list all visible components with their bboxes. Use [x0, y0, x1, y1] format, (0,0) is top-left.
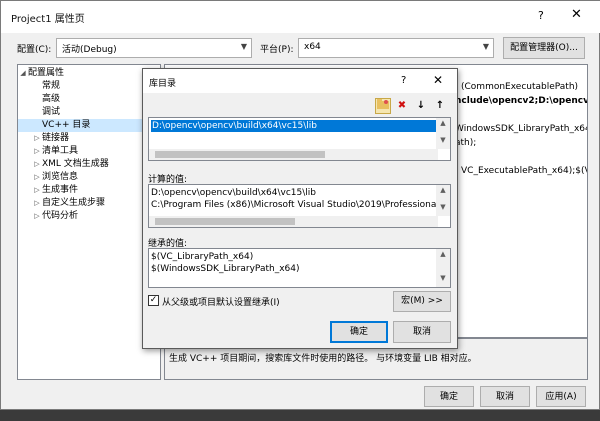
directory-entry[interactable]: D:\opencv\opencv\build\x64\vc15\lib [151, 120, 438, 132]
tree-item-vc-directories[interactable]: VC++ 目录 [18, 119, 160, 132]
inherit-checkbox[interactable]: ✓ [148, 295, 159, 306]
evaluated-line: C:\Program Files (x86)\Microsoft Visual … [151, 200, 442, 210]
property-value[interactable]: nclude\opencv2;D:\opencv\c [455, 96, 587, 106]
expanded-triangle-icon[interactable]: ◢ [18, 67, 28, 80]
platform-select[interactable]: x64 ▼ [298, 38, 494, 58]
property-tree: ◢ 配置属性 常规 高级 调试 VC++ 目录 ▷ 链接器 ▷ 清单工具 ▷ XML 文… [17, 64, 161, 380]
tree-item-custom-build-step[interactable]: ▷ 自定义生成步骤 [32, 197, 105, 210]
config-value: 活动(Debug) [62, 45, 117, 55]
platform-label: 平台(P): [260, 45, 294, 55]
description-text: 生成 VC++ 项目期间，搜索库文件时使用的路径。 与环境变量 LIB 相对应。 [169, 354, 477, 364]
help-icon[interactable]: ? [538, 9, 544, 22]
dialog-cancel-button[interactable]: 取消 [393, 321, 451, 343]
tree-item-code-analysis[interactable]: ▷ 代码分析 [32, 210, 78, 223]
property-value[interactable]: WindowsSDK_LibraryPath_x64) [455, 124, 587, 134]
scroll-down-icon[interactable]: ▼ [436, 203, 450, 215]
property-value[interactable]: (CommonExecutablePath) [461, 82, 578, 92]
help-icon[interactable]: ? [401, 75, 406, 86]
dialog-title-bar: 库目录 ? ✕ [143, 69, 457, 93]
scroll-down-icon[interactable]: ▼ [436, 274, 450, 286]
evaluated-value-box: D:\opencv\opencv\build\x64\vc15\lib C:\P… [148, 184, 451, 228]
collapsed-triangle-icon[interactable]: ▷ [32, 210, 42, 223]
horizontal-scrollbar[interactable] [149, 216, 438, 227]
apply-button[interactable]: 应用(A) [536, 386, 586, 407]
window-title: Project1 属性页 [11, 14, 85, 25]
dialog-title: 库目录 [149, 79, 177, 89]
inherited-value-box: $(VC_LibraryPath_x64) $(WindowsSDK_Libra… [148, 248, 451, 288]
collapsed-triangle-icon[interactable]: ▷ [32, 197, 42, 210]
collapsed-triangle-icon[interactable]: ▷ [32, 132, 42, 145]
library-directories-dialog: 库目录 ? ✕ ✖ ↓ ↑ D:\opencv\opencv\build\x64… [142, 68, 458, 349]
scroll-up-icon[interactable]: ▲ [436, 119, 450, 131]
dialog-ok-button[interactable]: 确定 [330, 321, 388, 343]
platform-value: x64 [304, 42, 321, 52]
inherited-line: $(WindowsSDK_LibraryPath_x64) [151, 264, 300, 274]
collapsed-triangle-icon[interactable]: ▷ [32, 145, 42, 158]
tree-item-advanced[interactable]: 高级 [42, 93, 60, 106]
tree-item-browse-info[interactable]: ▷ 浏览信息 [32, 171, 78, 184]
scroll-thumb[interactable] [155, 218, 295, 225]
directory-edit-list[interactable]: D:\opencv\opencv\build\x64\vc15\lib ▲ ▼ [148, 117, 451, 161]
scroll-down-icon[interactable]: ▼ [436, 136, 450, 148]
ok-button[interactable]: 确定 [424, 386, 474, 407]
tree-item-linker[interactable]: ▷ 链接器 [32, 132, 69, 145]
vertical-scrollbar[interactable]: ▲ ▼ [436, 185, 450, 216]
delete-icon[interactable]: ✖ [394, 98, 410, 114]
tree-root-config-properties[interactable]: ◢ 配置属性 [18, 67, 64, 80]
chevron-down-icon: ▼ [482, 42, 489, 51]
new-folder-icon[interactable] [375, 98, 391, 114]
title-bar: Project1 属性页 ? ✕ [1, 1, 600, 33]
tree-item-xml-doc-generator[interactable]: ▷ XML 文档生成器 [32, 158, 109, 171]
evaluated-line: D:\opencv\opencv\build\x64\vc15\lib [151, 188, 316, 198]
scroll-up-icon[interactable]: ▲ [436, 250, 450, 262]
collapsed-triangle-icon[interactable]: ▷ [32, 184, 42, 197]
move-down-icon[interactable]: ↓ [413, 98, 429, 114]
property-value[interactable]: VC_ExecutablePath_x64);$(VC_L [461, 166, 587, 176]
inherited-line: $(VC_LibraryPath_x64) [151, 252, 254, 262]
config-select[interactable]: 活动(Debug) ▼ [56, 38, 252, 58]
cancel-button[interactable]: 取消 [480, 386, 530, 407]
property-value[interactable]: ath); [455, 138, 476, 148]
close-icon[interactable]: ✕ [571, 7, 582, 22]
tree-item-build-events[interactable]: ▷ 生成事件 [32, 184, 78, 197]
move-up-icon[interactable]: ↑ [432, 98, 448, 114]
horizontal-scrollbar[interactable] [149, 149, 438, 160]
config-label: 配置(C): [17, 45, 52, 55]
macros-button[interactable]: 宏(M) >> [393, 291, 451, 312]
collapsed-triangle-icon[interactable]: ▷ [32, 158, 42, 171]
tree-item-debugging[interactable]: 调试 [42, 106, 60, 119]
config-manager-button[interactable]: 配置管理器(O)... [503, 37, 585, 59]
chevron-down-icon: ▼ [240, 42, 247, 51]
vertical-scrollbar[interactable]: ▲ ▼ [436, 118, 450, 149]
inherit-checkbox-label[interactable]: 从父级或项目默认设置继承(I) [162, 295, 280, 308]
scroll-thumb[interactable] [155, 151, 325, 158]
tree-item-general[interactable]: 常规 [42, 80, 60, 93]
scroll-up-icon[interactable]: ▲ [436, 186, 450, 198]
vertical-scrollbar[interactable]: ▲ ▼ [436, 249, 450, 287]
tree-item-manifest-tool[interactable]: ▷ 清单工具 [32, 145, 78, 158]
collapsed-triangle-icon[interactable]: ▷ [32, 171, 42, 184]
close-icon[interactable]: ✕ [433, 73, 443, 87]
